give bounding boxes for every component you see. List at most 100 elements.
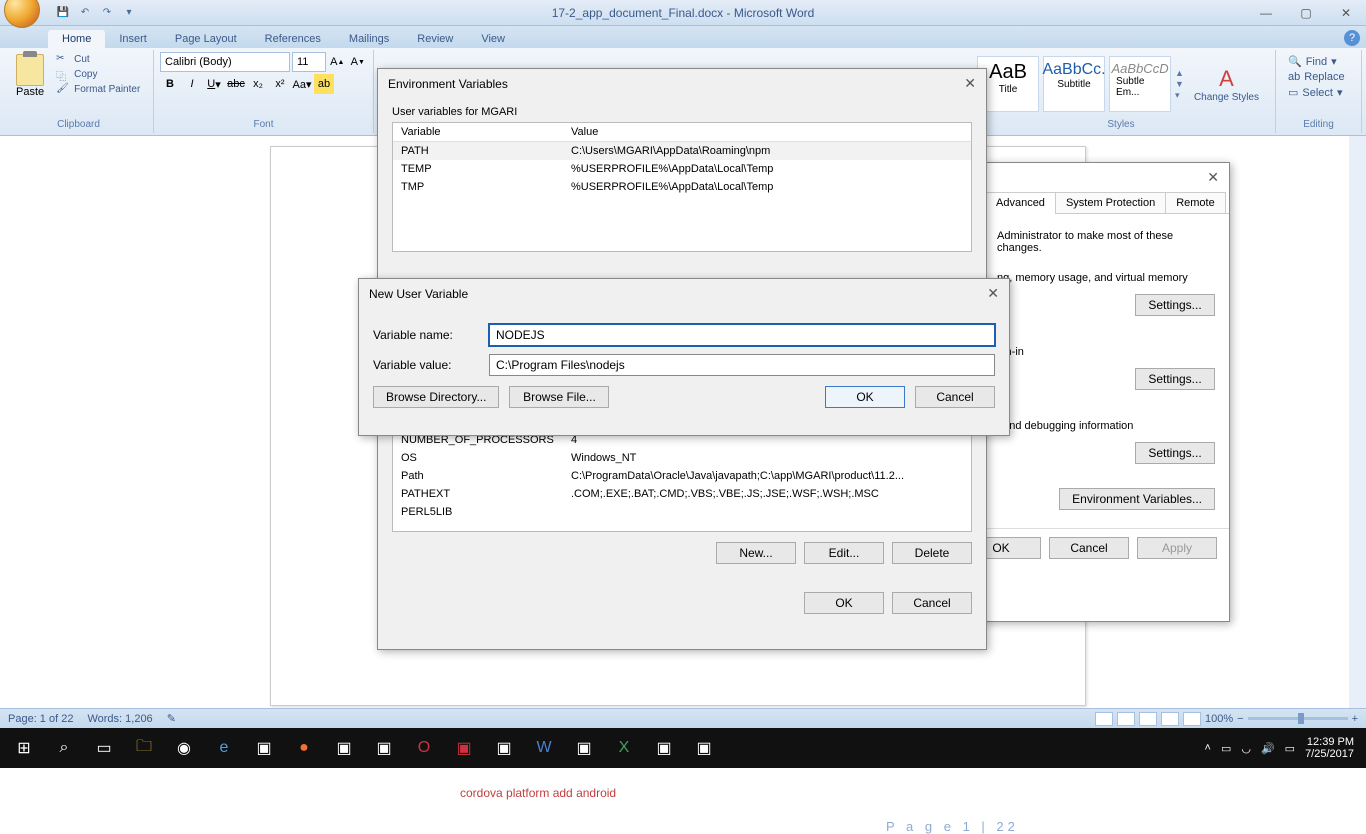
- replace-button[interactable]: abReplace: [1286, 70, 1351, 84]
- close-icon[interactable]: ✕: [1207, 169, 1219, 186]
- redo-icon[interactable]: ↷: [100, 6, 114, 20]
- styles-down-icon[interactable]: ▼: [1175, 79, 1184, 89]
- variable-name-input[interactable]: [489, 324, 995, 346]
- tab-home[interactable]: Home: [48, 30, 105, 48]
- tab-view[interactable]: View: [467, 30, 519, 48]
- zoom-level[interactable]: 100%: [1205, 713, 1233, 725]
- styles-more-icon[interactable]: ▾: [1175, 90, 1184, 101]
- draft-view[interactable]: [1183, 712, 1201, 726]
- table-row[interactable]: PathC:\ProgramData\Oracle\Java\javapath;…: [393, 467, 971, 485]
- zoom-in-icon[interactable]: +: [1352, 713, 1358, 725]
- tab-remote[interactable]: Remote: [1165, 192, 1226, 214]
- battery-icon[interactable]: ▭: [1221, 742, 1231, 755]
- maximize-button[interactable]: ▢: [1286, 3, 1326, 23]
- paste-button[interactable]: Paste: [10, 52, 50, 100]
- styles-up-icon[interactable]: ▲: [1175, 68, 1184, 78]
- app-icon[interactable]: ▣: [364, 728, 404, 768]
- qat-dropdown-icon[interactable]: ▾: [122, 6, 136, 20]
- wifi-icon[interactable]: ◡: [1241, 742, 1251, 755]
- highlight-button[interactable]: ab: [314, 74, 334, 94]
- outline-view[interactable]: [1161, 712, 1179, 726]
- table-row[interactable]: PATHC:\Users\MGARI\AppData\Roaming\npm: [393, 142, 971, 160]
- env-vars-button[interactable]: Environment Variables...: [1059, 488, 1215, 510]
- format-painter-button[interactable]: 🖌Format Painter: [54, 82, 142, 96]
- excel-icon[interactable]: X: [604, 728, 644, 768]
- cut-button[interactable]: ✂Cut: [54, 52, 142, 66]
- volume-icon[interactable]: 🔊: [1261, 742, 1275, 755]
- status-page[interactable]: Page: 1 of 22: [8, 713, 73, 725]
- cancel-button[interactable]: Cancel: [1049, 537, 1129, 559]
- close-icon[interactable]: ✕: [964, 75, 976, 92]
- cancel-button[interactable]: Cancel: [915, 386, 995, 408]
- change-styles-button[interactable]: A Change Styles: [1188, 66, 1265, 103]
- undo-icon[interactable]: ↶: [78, 6, 92, 20]
- browse-file-button[interactable]: Browse File...: [509, 386, 609, 408]
- italic-button[interactable]: I: [182, 74, 202, 94]
- change-case-button[interactable]: Aa▾: [292, 74, 312, 94]
- search-icon[interactable]: ⌕: [44, 728, 84, 768]
- edit-button[interactable]: Edit...: [804, 542, 884, 564]
- tab-review[interactable]: Review: [403, 30, 467, 48]
- minimize-button[interactable]: —: [1246, 3, 1286, 23]
- table-row[interactable]: OSWindows_NT: [393, 449, 971, 467]
- web-layout-view[interactable]: [1139, 712, 1157, 726]
- strike-button[interactable]: abc: [226, 74, 246, 94]
- copy-button[interactable]: ⿻Copy: [54, 67, 142, 81]
- full-screen-view[interactable]: [1117, 712, 1135, 726]
- tray-clock[interactable]: 12:39 PM 7/25/2017: [1305, 736, 1354, 760]
- tab-page-layout[interactable]: Page Layout: [161, 30, 251, 48]
- ok-button[interactable]: OK: [825, 386, 905, 408]
- app-icon[interactable]: ▣: [244, 728, 284, 768]
- app-icon[interactable]: ▣: [484, 728, 524, 768]
- settings-button-3[interactable]: Settings...: [1135, 442, 1215, 464]
- browse-directory-button[interactable]: Browse Directory...: [373, 386, 499, 408]
- zoom-out-icon[interactable]: −: [1237, 713, 1243, 725]
- user-vars-table[interactable]: Variable Value PATHC:\Users\MGARI\AppDat…: [392, 122, 972, 252]
- task-view-icon[interactable]: ▭: [84, 728, 124, 768]
- tab-mailings[interactable]: Mailings: [335, 30, 403, 48]
- firefox-icon[interactable]: ●: [284, 728, 324, 768]
- notification-icon[interactable]: ▭: [1285, 742, 1295, 755]
- bold-button[interactable]: B: [160, 74, 180, 94]
- table-row[interactable]: TMP%USERPROFILE%\AppData\Local\Temp: [393, 178, 971, 196]
- select-button[interactable]: ▭Select ▾: [1286, 85, 1351, 100]
- help-icon[interactable]: ?: [1344, 30, 1360, 46]
- zoom-slider[interactable]: [1248, 717, 1348, 720]
- edge-icon[interactable]: e: [204, 728, 244, 768]
- header-value[interactable]: Value: [563, 123, 971, 141]
- cancel-button[interactable]: Cancel: [892, 592, 972, 614]
- superscript-button[interactable]: x²: [270, 74, 290, 94]
- save-icon[interactable]: 💾: [56, 6, 70, 20]
- opera-icon[interactable]: O: [404, 728, 444, 768]
- start-button[interactable]: ⊞: [4, 728, 44, 768]
- font-size-select[interactable]: [292, 52, 326, 72]
- chrome-icon[interactable]: ◉: [164, 728, 204, 768]
- underline-button[interactable]: U▾: [204, 74, 224, 94]
- variable-value-input[interactable]: [489, 354, 995, 376]
- tray-up-icon[interactable]: ˄: [1205, 742, 1211, 754]
- settings-button-2[interactable]: Settings...: [1135, 368, 1215, 390]
- new-button[interactable]: New...: [716, 542, 796, 564]
- style-subtle-em[interactable]: AaBbCcD Subtle Em...: [1109, 56, 1171, 112]
- shrink-font-button[interactable]: A▼: [349, 52, 368, 72]
- settings-button-1[interactable]: Settings...: [1135, 294, 1215, 316]
- grow-font-button[interactable]: A▲: [328, 52, 347, 72]
- file-explorer-icon[interactable]: 🗀: [124, 728, 164, 768]
- scrollbar[interactable]: [1349, 136, 1366, 708]
- table-row[interactable]: PERL5LIB: [393, 503, 971, 521]
- adobe-icon[interactable]: ▣: [444, 728, 484, 768]
- office-button[interactable]: [4, 0, 40, 28]
- tab-references[interactable]: References: [251, 30, 335, 48]
- tab-advanced[interactable]: Advanced: [985, 192, 1056, 214]
- tab-insert[interactable]: Insert: [105, 30, 161, 48]
- print-layout-view[interactable]: [1095, 712, 1113, 726]
- app-icon[interactable]: ▣: [324, 728, 364, 768]
- delete-button[interactable]: Delete: [892, 542, 972, 564]
- table-row[interactable]: PATHEXT.COM;.EXE;.BAT;.CMD;.VBS;.VBE;.JS…: [393, 485, 971, 503]
- close-button[interactable]: ✕: [1326, 3, 1366, 23]
- spellcheck-icon[interactable]: ✎: [167, 712, 176, 725]
- app-icon[interactable]: ▣: [644, 728, 684, 768]
- subscript-button[interactable]: x₂: [248, 74, 268, 94]
- app-icon[interactable]: ▣: [684, 728, 724, 768]
- app-icon[interactable]: ▣: [564, 728, 604, 768]
